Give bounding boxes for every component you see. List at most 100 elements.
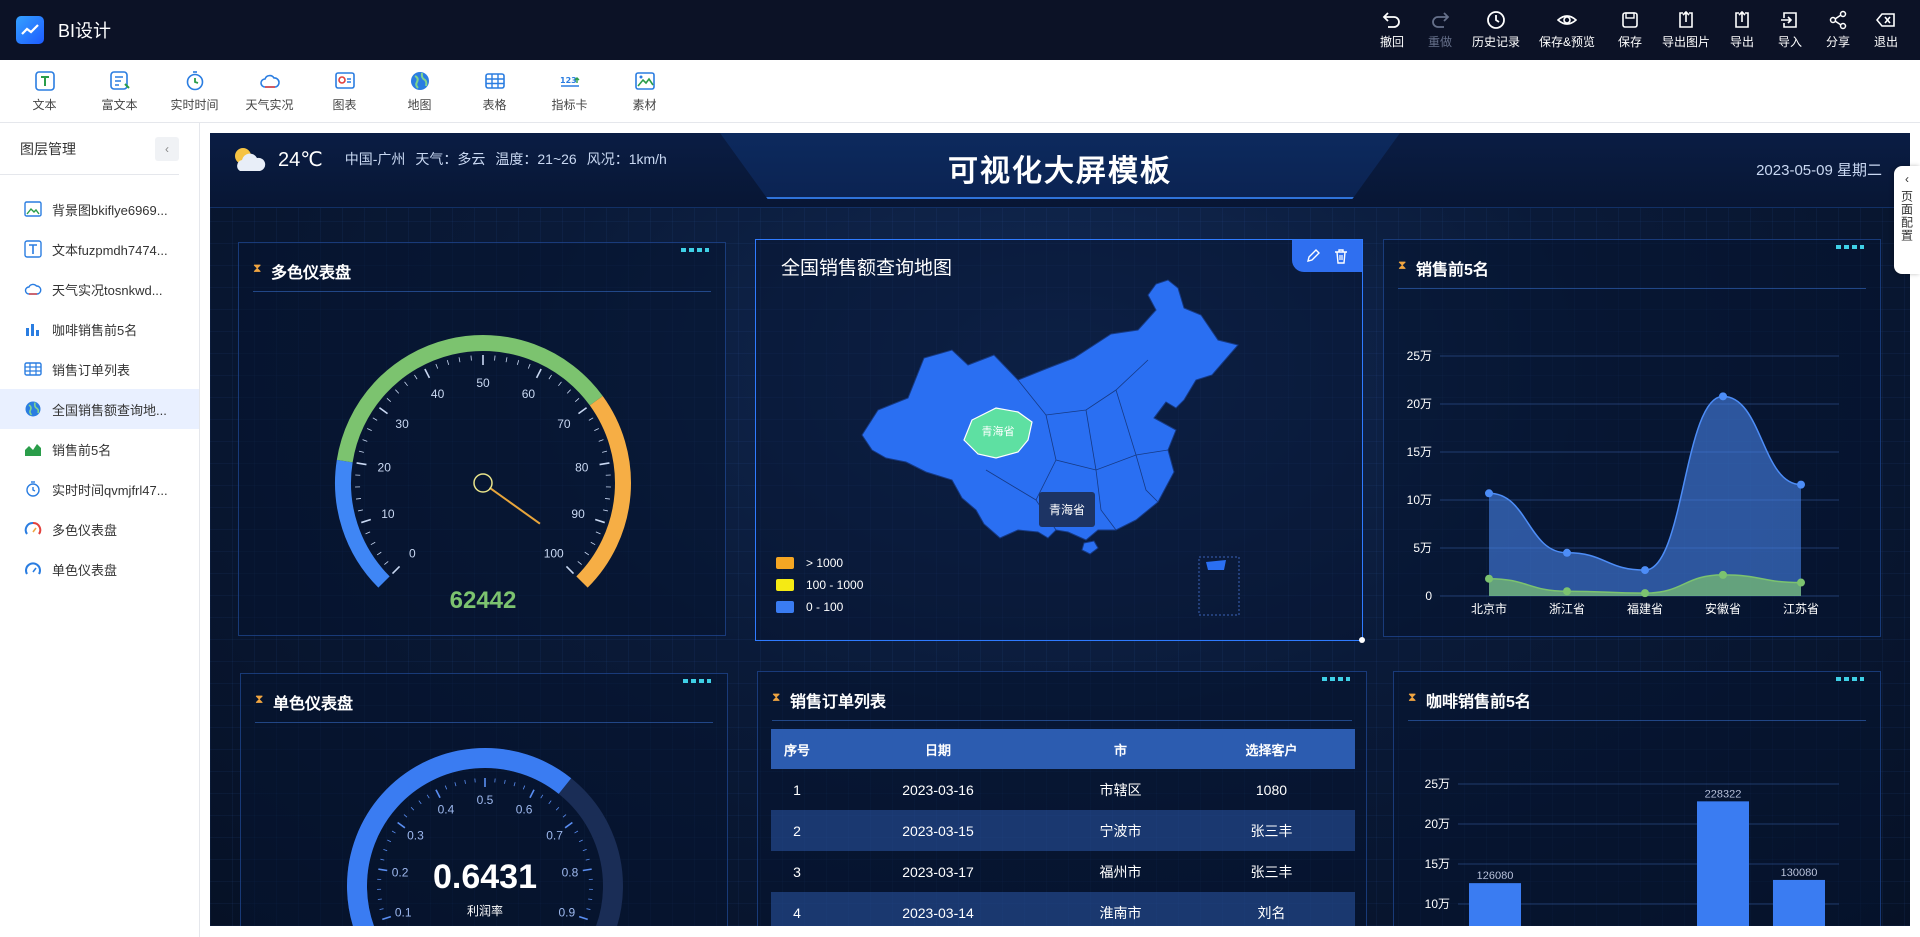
gauge-tick <box>577 407 588 415</box>
area-point[interactable] <box>1719 392 1727 401</box>
gauge-tick-label: 0.7 <box>546 828 563 842</box>
clock-icon <box>186 70 203 90</box>
page-config-tab[interactable]: ‹ 页面配置 <box>1894 166 1920 274</box>
map-panel[interactable]: 全国销售额查询地图 青海省 青海省 > 1000 100 - 1000 0 - … <box>755 239 1365 643</box>
tool-text[interactable]: 文本 <box>7 60 82 122</box>
gauge-tick-label: 0 <box>409 547 416 561</box>
single-gauge-value: 0.6431 <box>433 858 537 896</box>
gauge-needle <box>488 486 541 525</box>
weather-widget[interactable]: 24℃ 中国-广州 天气：多云 温度：21~26 风况：1km/h <box>230 145 677 173</box>
layer-item-map[interactable]: 全国销售额查询地... <box>0 389 199 429</box>
table-cell: 福州市 <box>1099 863 1142 880</box>
x-tick-label: 江苏省 <box>1783 602 1819 616</box>
import-button[interactable]: 导入 <box>1766 0 1814 60</box>
layer-item-background[interactable]: 背景图bkiflye6969... <box>0 189 199 229</box>
legend-item-high[interactable]: > 1000 <box>776 556 863 570</box>
coffee-top5-panel[interactable]: ⧗ 咖啡销售前5名 10万 15万 20万 25万 126080 228322 13008… <box>1393 671 1881 926</box>
sales-top5-panel[interactable]: ⧗ 销售前5名 0 5万 10万 15万 20万 25万 北京市 浙江省 福建省 安徽省 江苏省 <box>1383 239 1881 637</box>
layer-item-single-gauge[interactable]: 单色仪表盘 <box>0 549 199 589</box>
column-header-customer[interactable]: 选择客户 <box>1187 729 1355 769</box>
gauge-tick <box>504 779 506 784</box>
legend-item-low[interactable]: 0 - 100 <box>776 600 863 614</box>
save-button[interactable]: 保存 <box>1606 0 1654 60</box>
area-point[interactable] <box>1485 574 1493 583</box>
multi-gauge-panel[interactable]: ⧗ 多色仪表盘 0 10 20 30 40 50 60 70 80 90 100 62442 <box>238 242 726 636</box>
export-image-button[interactable]: 导出图片 <box>1654 0 1718 60</box>
area-point[interactable] <box>1641 566 1649 575</box>
gauge-tick <box>548 800 552 805</box>
area-point[interactable] <box>1719 570 1727 579</box>
table-cell: 淮南市 <box>1053 892 1188 926</box>
china-map-hainan[interactable] <box>1081 540 1099 555</box>
layer-item-sales-top5[interactable]: 销售前5名 <box>0 429 199 469</box>
tool-map[interactable]: 地图 <box>382 60 457 122</box>
svg-text:123: 123 <box>560 76 577 85</box>
gauge-tick-label: 70 <box>557 417 571 431</box>
table-icon <box>24 362 42 376</box>
undo-button[interactable]: 撤回 <box>1368 0 1416 60</box>
layer-item-coffee[interactable]: 咖啡销售前5名 <box>0 309 199 349</box>
undo-label: 撤回 <box>1379 35 1404 49</box>
orders-panel[interactable]: ⧗ 销售订单列表 序号 日期 市 选择客户 1 2023-03-16 市辖区 1… <box>757 671 1367 926</box>
dashboard-date[interactable]: 2023-05-09 星期二 <box>1756 159 1882 180</box>
tool-table[interactable]: 表格 <box>457 60 532 122</box>
tool-indicator[interactable]: 123 指标卡 <box>532 60 607 122</box>
area-point[interactable] <box>1485 489 1493 498</box>
legend-swatch <box>776 557 794 569</box>
save-preview-button[interactable]: 保存&预览 <box>1528 0 1606 60</box>
single-gauge-panel[interactable]: ⧗ 单色仪表盘 0.1 0.2 0.3 0.4 0.5 0.6 0.7 0.8 0.9 0.64… <box>240 673 728 926</box>
redo-button[interactable]: 重做 <box>1416 0 1464 60</box>
table-row[interactable]: 4 2023-03-14 淮南市 刘名 <box>771 892 1355 926</box>
tool-chart[interactable]: 图表 <box>307 60 382 122</box>
table-row[interactable]: 1 2023-03-16 市辖区 1080 <box>771 769 1355 810</box>
bar[interactable] <box>1773 879 1825 926</box>
area-point[interactable] <box>1563 548 1571 557</box>
tool-rich-text[interactable]: 富文本 <box>82 60 157 122</box>
export-image-label: 导出图片 <box>1661 35 1710 49</box>
gauge-tick <box>426 794 430 799</box>
tool-realtime[interactable]: 实时时间 <box>157 60 232 122</box>
layer-item-multi-gauge[interactable]: 多色仪表盘 <box>0 509 199 549</box>
tool-weather[interactable]: 天气实况 <box>232 60 307 122</box>
legend-item-mid[interactable]: 100 - 1000 <box>776 578 863 592</box>
gauge-tick <box>376 551 382 556</box>
export-button[interactable]: 导出 <box>1718 0 1766 60</box>
legend-label: 0 - 100 <box>806 600 844 614</box>
bar[interactable] <box>1697 801 1749 926</box>
dashboard-canvas[interactable]: 可视化大屏模板 24℃ 中国-广州 天气：多云 温度：21~26 风况：1km/… <box>210 133 1910 926</box>
gauge-tick <box>577 561 582 565</box>
collapse-sidebar-button[interactable]: ‹ <box>155 137 179 161</box>
legend-label: 100 - 1000 <box>806 578 864 592</box>
layer-item-text[interactable]: 文本fuzpmdh7474... <box>0 229 199 269</box>
layer-list: 背景图bkiflye6969... 文本fuzpmdh7474... 天气实况t… <box>0 175 199 589</box>
history-button[interactable]: 历史记录 <box>1464 0 1528 60</box>
area-point[interactable] <box>1797 578 1805 587</box>
sales-top5-chart: 0 5万 10万 15万 20万 25万北京市 浙江省 福建省 安徽省 江苏省 <box>1407 349 1839 616</box>
tool-chart-label: 图表 <box>332 97 357 112</box>
y-tick-label: 10万 <box>1425 897 1450 911</box>
table-cell: 2023-03-16 <box>902 781 974 798</box>
table-row[interactable]: 2 2023-03-15 宁波市 张三丰 <box>771 810 1355 851</box>
dashboard-title[interactable]: 可视化大屏模板 <box>720 146 1400 190</box>
share-button[interactable]: 分享 <box>1814 0 1862 60</box>
resize-handle[interactable] <box>1359 637 1365 643</box>
y-tick-label: 5万 <box>1413 541 1432 555</box>
area-point[interactable] <box>1563 587 1571 596</box>
gauge-tick <box>458 357 461 363</box>
gauge-tick <box>594 428 599 431</box>
area-point[interactable] <box>1641 589 1649 598</box>
tool-material[interactable]: 素材 <box>607 60 682 122</box>
table-row[interactable]: 3 2023-03-17 福州市 张三丰 <box>771 851 1355 892</box>
area-point[interactable] <box>1797 480 1805 489</box>
layer-item-orders[interactable]: 销售订单列表 <box>0 349 199 389</box>
gauge-tick <box>395 389 400 394</box>
exit-button[interactable]: 退出 <box>1862 0 1910 60</box>
gauge-tick <box>558 381 562 387</box>
layer-item-weather[interactable]: 天气实况tosnkwd... <box>0 269 199 309</box>
column-header-city[interactable]: 市 <box>1053 729 1188 769</box>
layer-item-label: 背景图bkiflye6969... <box>52 202 168 218</box>
layer-item-realtime[interactable]: 实时时间qvmjfrl47... <box>0 469 199 509</box>
column-header-index[interactable]: 序号 <box>771 729 823 769</box>
bar[interactable] <box>1469 883 1521 926</box>
column-header-date[interactable]: 日期 <box>823 729 1054 769</box>
